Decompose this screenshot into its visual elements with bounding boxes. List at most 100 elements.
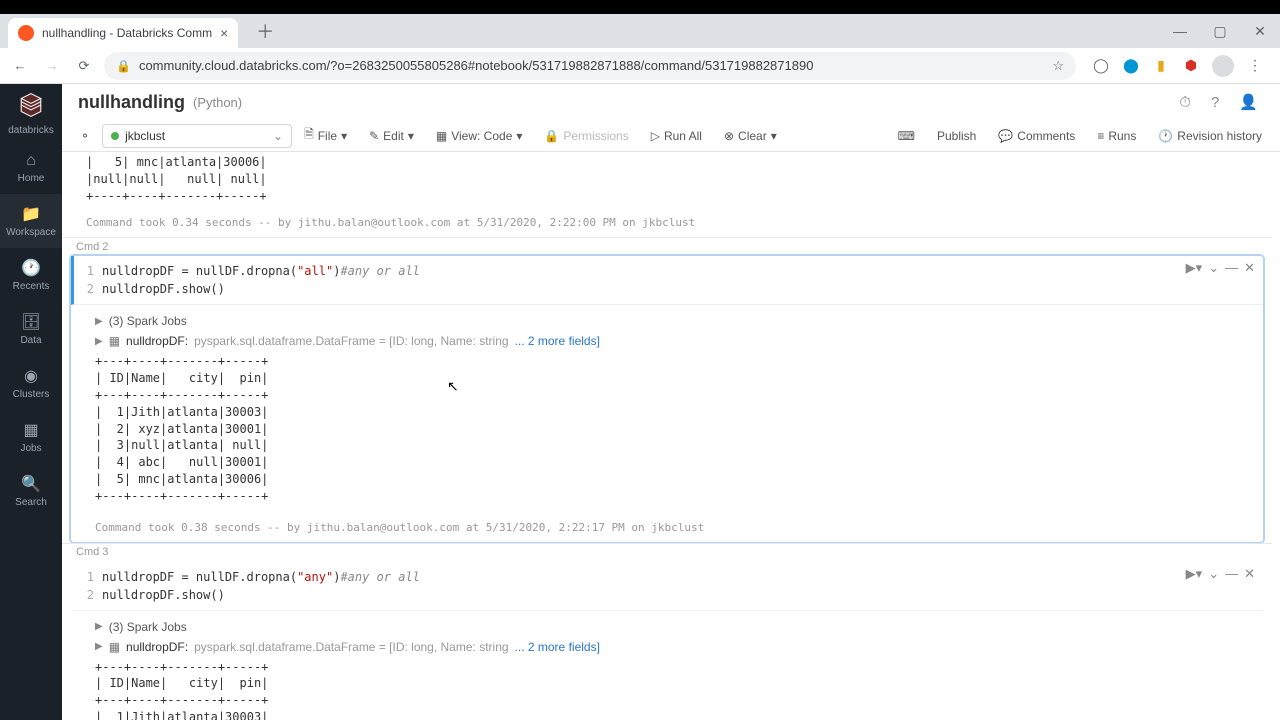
clock-icon: 🕐	[21, 258, 41, 278]
table-icon: ▦	[109, 640, 120, 654]
profile-icon[interactable]	[1212, 55, 1234, 77]
cell-cmd3[interactable]: 12 nulldropDF = nullDF.dropna("any")#any…	[70, 561, 1264, 720]
spark-jobs-toggle[interactable]: ▶(3) Spark Jobs	[71, 617, 1263, 637]
help-icon[interactable]: ?	[1205, 94, 1225, 111]
ext-icon-1[interactable]: ◯	[1092, 57, 1110, 75]
keyboard-icon[interactable]: ⌨	[888, 124, 925, 148]
sidebar-item-workspace[interactable]: 📁Workspace	[0, 194, 62, 248]
toolbar: ⚬ jkbclust ⌄ 🗎 File ▾ ✎ Edit ▾ ▦ View: C…	[62, 120, 1280, 152]
sidebar-item-data[interactable]: 🗄Data	[0, 302, 62, 356]
ext-icon-3[interactable]: ▮	[1152, 57, 1170, 75]
lock-icon: 🔒	[116, 59, 131, 73]
run-cell-icon[interactable]: ▶▾	[1186, 260, 1203, 276]
expand-cell-icon[interactable]: ⌄	[1208, 566, 1219, 582]
browser-tab[interactable]: nullhandling - Databricks Comm ×	[8, 18, 238, 48]
ext-icon-4[interactable]: ⬢	[1182, 57, 1200, 75]
view-menu[interactable]: ▦ View: Code ▾	[426, 124, 533, 148]
new-tab-button[interactable]: ＋	[248, 14, 282, 48]
minimize-cell-icon[interactable]: —	[1225, 260, 1238, 276]
ext-icon-hp[interactable]: ⬤	[1122, 57, 1140, 75]
tab-title: nullhandling - Databricks Comm	[42, 26, 212, 40]
forward-button[interactable]: →	[40, 54, 64, 78]
permissions-button: 🔒 Permissions	[534, 124, 638, 148]
cmd2-timing: Command took 0.38 seconds -- by jithu.ba…	[71, 519, 1263, 542]
tab-favicon	[18, 25, 34, 41]
reload-button[interactable]: ⟳	[72, 54, 96, 78]
search-icon: 🔍	[21, 474, 41, 494]
maximize-button[interactable]: ▢	[1200, 17, 1240, 45]
cluster-status-dot	[111, 132, 119, 140]
runs-button[interactable]: ≡ Runs	[1087, 124, 1146, 148]
cell-controls: ▶▾ ⌄ — ✕	[1186, 260, 1255, 276]
clear-menu[interactable]: ⊗ Clear ▾	[714, 124, 787, 148]
notebook-body[interactable]: | 5| mnc|atlanta|30006| |null|null| null…	[62, 152, 1280, 720]
brand-label: databricks	[8, 125, 54, 136]
cluster-name: jkbclust	[125, 129, 165, 143]
bookmark-icon[interactable]: ☆	[1052, 58, 1064, 74]
output-section-cmd3: ▶(3) Spark Jobs ▶ ▦ nulldropDF: pyspark.…	[71, 611, 1263, 720]
schedule-icon[interactable]: ⏱	[1173, 94, 1197, 111]
file-menu[interactable]: 🗎 File ▾	[294, 124, 357, 148]
database-icon: 🗄	[21, 312, 41, 332]
triangle-right-icon: ▶	[95, 621, 103, 632]
triangle-right-icon: ▶	[95, 336, 103, 347]
revision-history-button[interactable]: 🕐 Revision history	[1148, 124, 1272, 148]
code-editor[interactable]: nulldropDF = nullDF.dropna("any")#any or…	[102, 568, 1263, 604]
dataframe-info[interactable]: ▶ ▦ nulldropDF: pyspark.sql.dataframe.Da…	[71, 331, 1263, 351]
publish-button[interactable]: Publish	[927, 124, 986, 148]
code-area-cmd3[interactable]: 12 nulldropDF = nullDF.dropna("any")#any…	[71, 562, 1263, 611]
user-icon[interactable]: 👤	[1233, 93, 1264, 111]
cmd-label-3: Cmd 3	[62, 543, 1272, 561]
cell-controls: ▶▾ ⌄ — ✕	[1186, 566, 1255, 582]
address-bar: ← → ⟳ 🔒 community.cloud.databricks.com/?…	[0, 48, 1280, 84]
minimize-cell-icon[interactable]: —	[1225, 566, 1238, 582]
detach-icon[interactable]: ⚬	[70, 124, 100, 148]
comments-button[interactable]: 💬 Comments	[988, 124, 1085, 148]
sidebar-item-home[interactable]: ⌂Home	[0, 142, 62, 194]
run-all-button[interactable]: ▷ Run All	[641, 124, 712, 148]
sidebar-item-recents[interactable]: 🕐Recents	[0, 248, 62, 302]
sidebar: databricks ⌂Home 📁Workspace 🕐Recents 🗄Da…	[0, 84, 62, 720]
sidebar-item-search[interactable]: 🔍Search	[0, 464, 62, 518]
table-output-cmd2: +---+----+-------+-----+ | ID|Name| city…	[71, 351, 1263, 506]
notebook-header: nullhandling (Python) ⏱ ? 👤	[62, 84, 1280, 120]
close-window-button[interactable]: ✕	[1240, 17, 1280, 45]
cmd-label-2: Cmd 2	[62, 237, 1272, 255]
output-section-cmd2: ▶(3) Spark Jobs ▶ ▦ nulldropDF: pyspark.…	[71, 305, 1263, 541]
sidebar-item-jobs[interactable]: ▦Jobs	[0, 410, 62, 464]
table-output-cmd3: +---+----+-------+-----+ | ID|Name| city…	[71, 657, 1263, 720]
table-icon: ▦	[109, 334, 120, 348]
databricks-logo[interactable]	[18, 92, 44, 121]
line-gutter: 12	[74, 262, 102, 298]
cluster-icon: ◉	[24, 366, 38, 386]
tab-close-icon[interactable]: ×	[220, 25, 228, 41]
url-text: community.cloud.databricks.com/?o=268325…	[139, 58, 813, 73]
cluster-selector[interactable]: jkbclust ⌄	[102, 124, 292, 148]
expand-cell-icon[interactable]: ⌄	[1208, 260, 1219, 276]
close-cell-icon[interactable]: ✕	[1244, 260, 1255, 276]
code-area-cmd2[interactable]: 12 nulldropDF = nullDF.dropna("all")#any…	[71, 256, 1263, 305]
menu-icon[interactable]: ⋮	[1246, 57, 1264, 75]
close-cell-icon[interactable]: ✕	[1244, 566, 1255, 582]
home-icon: ⌂	[26, 152, 36, 170]
window-controls: — ▢ ✕	[1160, 14, 1280, 48]
sidebar-item-clusters[interactable]: ◉Clusters	[0, 356, 62, 410]
dataframe-info[interactable]: ▶ ▦ nulldropDF: pyspark.sql.dataframe.Da…	[71, 637, 1263, 657]
url-input[interactable]: 🔒 community.cloud.databricks.com/?o=2683…	[104, 52, 1076, 80]
jobs-icon: ▦	[23, 420, 38, 440]
code-editor[interactable]: nulldropDF = nullDF.dropna("all")#any or…	[102, 262, 1263, 298]
prev-cell-timing: Command took 0.34 seconds -- by jithu.ba…	[62, 214, 1272, 237]
prev-cell-output: | 5| mnc|atlanta|30006| |null|null| null…	[62, 152, 1272, 206]
folder-icon: 📁	[21, 204, 41, 224]
triangle-right-icon: ▶	[95, 641, 103, 652]
cell-cmd2[interactable]: 12 nulldropDF = nullDF.dropna("all")#any…	[70, 255, 1264, 542]
edit-menu[interactable]: ✎ Edit ▾	[359, 124, 424, 148]
back-button[interactable]: ←	[8, 54, 32, 78]
triangle-right-icon: ▶	[95, 316, 103, 327]
run-cell-icon[interactable]: ▶▾	[1186, 566, 1203, 582]
notebook-language: (Python)	[193, 95, 242, 110]
tab-bar: nullhandling - Databricks Comm × ＋ — ▢ ✕	[0, 14, 1280, 48]
minimize-button[interactable]: —	[1160, 17, 1200, 45]
spark-jobs-toggle[interactable]: ▶(3) Spark Jobs	[71, 311, 1263, 331]
line-gutter: 12	[74, 568, 102, 604]
